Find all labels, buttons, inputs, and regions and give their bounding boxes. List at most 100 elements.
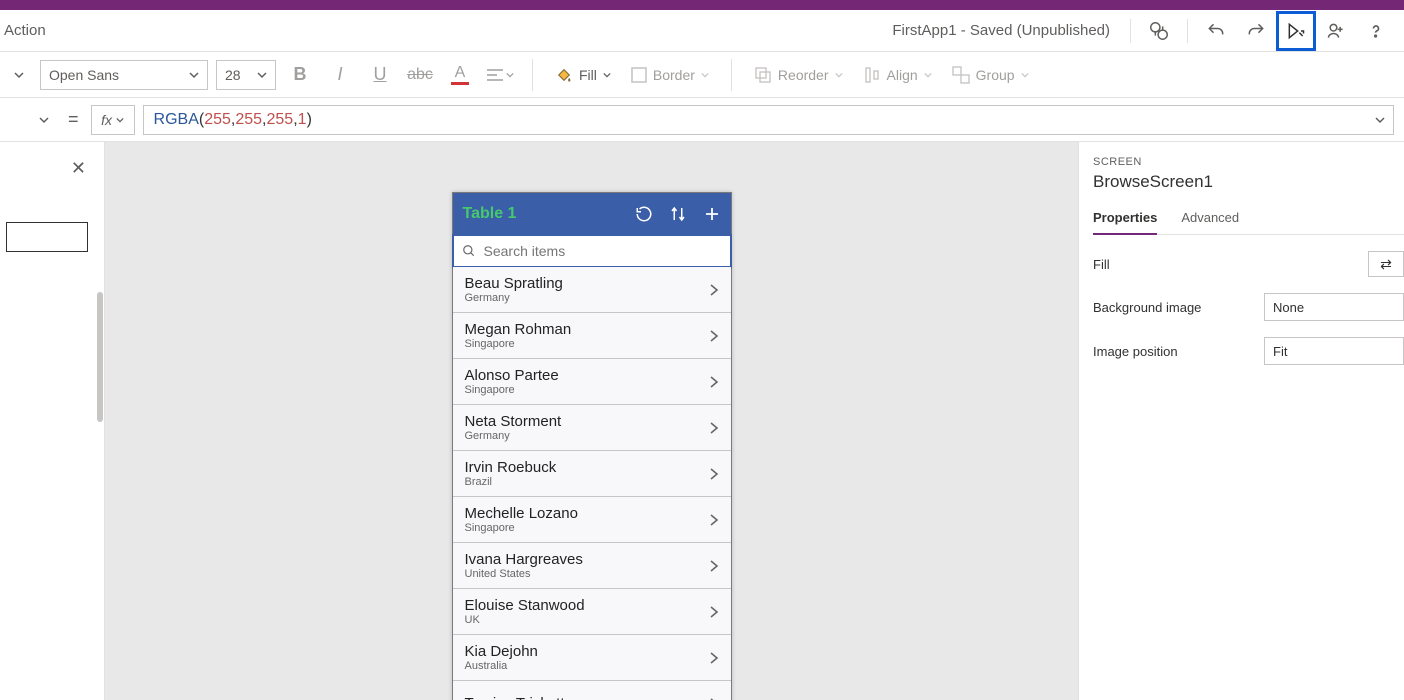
prop-imgpos-label: Image position — [1093, 344, 1178, 359]
item-name: Kia Dejohn — [465, 643, 538, 660]
italic-icon[interactable]: I — [324, 57, 356, 93]
gallery-list: Beau SpratlingGermanyMegan RohmanSingapo… — [453, 267, 731, 700]
item-subtitle: United States — [465, 568, 583, 580]
chevron-right-icon — [709, 421, 719, 435]
redo-icon[interactable] — [1236, 11, 1276, 51]
list-item[interactable]: Mechelle LozanoSingapore — [453, 497, 731, 543]
fx-button[interactable]: fx — [91, 105, 135, 135]
item-name: Elouise Stanwood — [465, 597, 585, 614]
item-subtitle: Brazil — [465, 476, 557, 488]
item-name: Alonso Partee — [465, 367, 559, 384]
fill-button[interactable]: Fill — [549, 57, 617, 93]
list-item[interactable]: Megan RohmanSingapore — [453, 313, 731, 359]
item-name: Tamica Trickett — [465, 695, 565, 700]
chevron-right-icon — [709, 651, 719, 665]
color-swap-icon: ⇄ — [1380, 256, 1392, 273]
menu-action[interactable]: Action — [2, 22, 46, 39]
list-item[interactable]: Ivana HargreavesUnited States — [453, 543, 731, 589]
prop-bgimage-label: Background image — [1093, 300, 1201, 315]
list-item[interactable]: Kia DejohnAustralia — [453, 635, 731, 681]
list-item[interactable]: Beau SpratlingGermany — [453, 267, 731, 313]
expand-formula-icon[interactable] — [1375, 115, 1385, 125]
preview-button[interactable] — [1276, 11, 1316, 51]
screen-name: BrowseScreen1 — [1093, 172, 1404, 192]
chevron-right-icon — [709, 375, 719, 389]
item-name: Mechelle Lozano — [465, 505, 578, 522]
equals-label: = — [64, 109, 83, 130]
chevron-right-icon — [709, 697, 719, 700]
close-panel-icon[interactable]: ✕ — [71, 158, 86, 179]
tab-advanced[interactable]: Advanced — [1181, 210, 1239, 234]
properties-panel: SCREEN BrowseScreen1 Properties Advanced… — [1078, 142, 1404, 700]
list-item[interactable]: Neta StormentGermany — [453, 405, 731, 451]
tab-properties[interactable]: Properties — [1093, 210, 1157, 235]
add-icon[interactable] — [703, 205, 721, 223]
imgpos-dropdown[interactable]: Fit — [1264, 337, 1404, 365]
search-icon — [462, 244, 476, 258]
chevron-down-icon[interactable] — [14, 70, 24, 80]
list-item[interactable]: Tamica Trickett — [453, 681, 731, 700]
item-subtitle: Singapore — [465, 384, 559, 396]
chevron-right-icon — [709, 283, 719, 297]
share-icon[interactable] — [1316, 11, 1356, 51]
format-ribbon: Open Sans 28 B I U abc A Fill Border Reo… — [0, 52, 1404, 98]
item-name: Megan Rohman — [465, 321, 572, 338]
separator — [1187, 19, 1188, 43]
undo-icon[interactable] — [1196, 11, 1236, 51]
item-subtitle: Germany — [465, 430, 562, 442]
panel-header-label: SCREEN — [1093, 156, 1404, 168]
item-name: Beau Spratling — [465, 275, 563, 292]
item-subtitle: UK — [465, 614, 585, 626]
tree-view-panel: ✕ — [0, 142, 105, 700]
item-subtitle: Australia — [465, 660, 538, 672]
canvas[interactable]: Table 1 Beau SpratlingGermanyMegan Rohma… — [105, 142, 1078, 700]
align-button[interactable]: Align — [857, 57, 938, 93]
chevron-right-icon — [709, 329, 719, 343]
group-button[interactable]: Group — [946, 57, 1035, 93]
item-name: Irvin Roebuck — [465, 459, 557, 476]
list-item[interactable]: Alonso ParteeSingapore — [453, 359, 731, 405]
fill-color-swatch[interactable]: ⇄ — [1368, 251, 1404, 277]
list-item[interactable]: Elouise StanwoodUK — [453, 589, 731, 635]
refresh-icon[interactable] — [635, 205, 653, 223]
app-title: Table 1 — [463, 205, 517, 223]
font-size-combo[interactable]: 28 — [216, 60, 276, 90]
item-subtitle: Singapore — [465, 522, 578, 534]
text-align-icon[interactable] — [484, 57, 516, 93]
strike-icon[interactable]: abc — [404, 57, 436, 93]
command-bar: Action FirstApp1 - Saved (Unpublished) — [0, 10, 1404, 52]
item-subtitle: Singapore — [465, 338, 572, 350]
scrollbar-thumb[interactable] — [97, 292, 103, 422]
separator — [731, 59, 732, 91]
app-header: Table 1 — [453, 193, 731, 235]
sort-icon[interactable] — [669, 205, 687, 223]
bgimage-dropdown[interactable]: None — [1264, 293, 1404, 321]
formula-bar: = fx RGBA(255, 255, 255, 1) — [0, 98, 1404, 142]
app-checker-icon[interactable] — [1139, 11, 1179, 51]
reorder-button[interactable]: Reorder — [748, 57, 849, 93]
search-row — [452, 234, 732, 268]
separator — [1130, 19, 1131, 43]
font-family-combo[interactable]: Open Sans — [40, 60, 208, 90]
separator — [532, 59, 533, 91]
help-icon[interactable] — [1356, 11, 1396, 51]
formula-input[interactable]: RGBA(255, 255, 255, 1) — [143, 105, 1394, 135]
search-input[interactable] — [484, 243, 722, 259]
property-dropdown[interactable] — [10, 105, 56, 135]
chevron-right-icon — [709, 559, 719, 573]
chevron-right-icon — [709, 605, 719, 619]
border-button[interactable]: Border — [625, 57, 715, 93]
underline-icon[interactable]: U — [364, 57, 396, 93]
font-color-icon[interactable]: A — [444, 57, 476, 93]
list-item[interactable]: Irvin RoebuckBrazil — [453, 451, 731, 497]
bold-icon[interactable]: B — [284, 57, 316, 93]
app-preview: Table 1 Beau SpratlingGermanyMegan Rohma… — [452, 192, 732, 700]
title-bar — [0, 0, 1404, 10]
chevron-right-icon — [709, 513, 719, 527]
chevron-right-icon — [709, 467, 719, 481]
app-status: FirstApp1 - Saved (Unpublished) — [892, 22, 1110, 39]
tree-search-input[interactable] — [6, 222, 88, 252]
item-name: Neta Storment — [465, 413, 562, 430]
prop-fill-label: Fill — [1093, 257, 1110, 272]
item-name: Ivana Hargreaves — [465, 551, 583, 568]
